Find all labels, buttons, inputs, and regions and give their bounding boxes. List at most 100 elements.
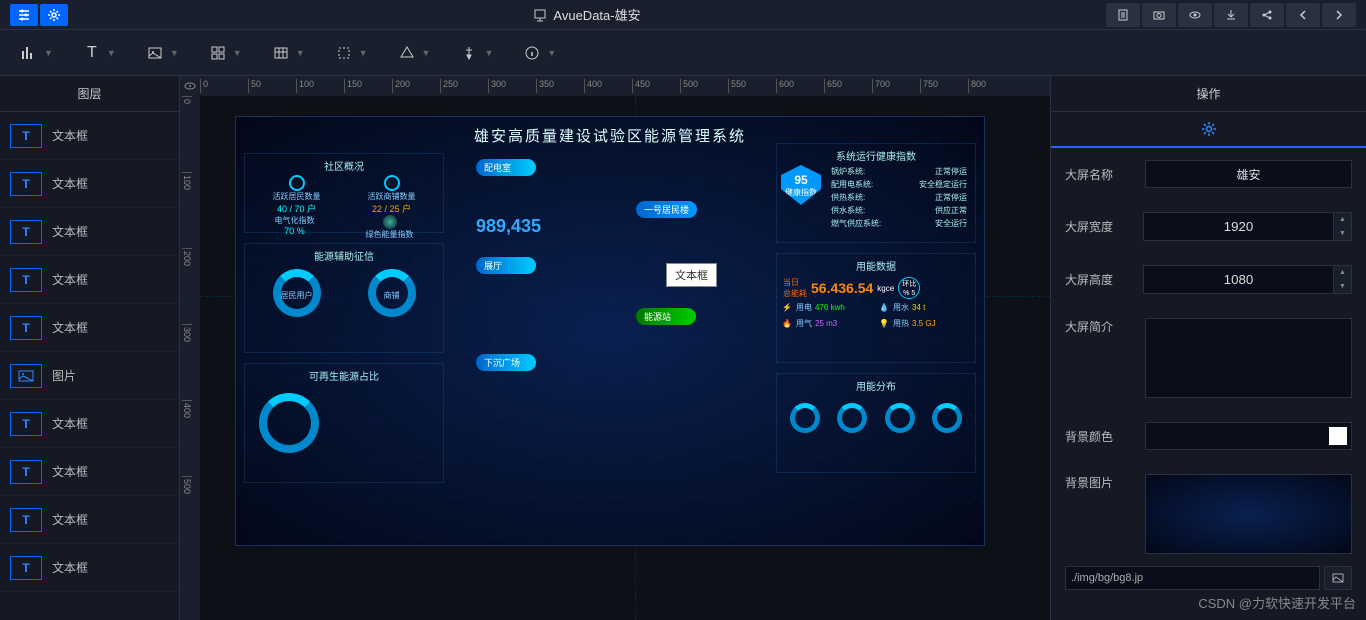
donut-chart (932, 403, 962, 433)
box-usage[interactable]: 用能数据 当日 总能耗 56.436.54 kgce 环比% 5 ⚡用电 470… (776, 253, 976, 363)
chevron-down-icon: ▼ (359, 48, 368, 58)
layer-type-icon: T (10, 556, 42, 580)
layer-item[interactable]: T 文本框 (0, 496, 179, 544)
location-pill[interactable]: 下沉广场 (476, 354, 536, 371)
prop-label: 背景颜色 (1065, 428, 1135, 445)
box-energy-aux[interactable]: 能源辅助征信 居民用户 商铺 (244, 243, 444, 353)
width-stepper[interactable]: ▲▼ (1143, 212, 1352, 241)
ruler-vertical[interactable]: 0100200300400500 (180, 96, 200, 620)
layers-panel-title: 图层 (0, 76, 179, 112)
tool-select[interactable]: ▼ (335, 44, 368, 62)
shield-icon: 95健康指数 (781, 165, 821, 205)
layer-label: 文本框 (52, 511, 88, 528)
doc-button[interactable] (1106, 3, 1140, 27)
pills-col-1: 配电室 989,435 展厅 下沉广场 (476, 159, 616, 371)
location-pill[interactable]: 配电室 (476, 159, 536, 176)
step-up[interactable]: ▲ (1334, 213, 1351, 227)
camera-button[interactable] (1142, 3, 1176, 27)
bgimg-path-input[interactable] (1065, 566, 1320, 590)
ruler-corner[interactable] (180, 76, 200, 96)
layer-label: 文本框 (52, 463, 88, 480)
gear-icon[interactable] (1201, 121, 1217, 137)
dashboard-canvas[interactable]: 雄安高质量建设试验区能源管理系统 社区概况 活跃居民数量40 / 70 户 活跃… (235, 116, 985, 546)
layer-item[interactable]: T文本框 (0, 256, 179, 304)
center-number: 989,435 (476, 216, 616, 237)
chevron-down-icon: ▼ (170, 48, 179, 58)
layer-type-icon: T (10, 124, 42, 148)
layer-type-icon: T (10, 220, 42, 244)
box-community[interactable]: 社区概况 活跃居民数量40 / 70 户 活跃商铺数量22 / 25 户 电气化… (244, 153, 444, 233)
tool-table[interactable]: ▼ (272, 44, 305, 62)
chevron-down-icon: ▼ (233, 48, 242, 58)
layer-item[interactable]: T 文本框 (0, 544, 179, 592)
layers-panel: 图层 T文本框T文本框T文本框T文本框T文本框图片T文本框T文本框T文本框T文本… (0, 76, 180, 620)
donut-chart (837, 403, 867, 433)
tool-info[interactable]: ▼ (523, 44, 556, 62)
chevron-down-icon: ▼ (547, 48, 556, 58)
screen-name-input[interactable] (1145, 160, 1352, 188)
box-renewable[interactable]: 可再生能源占比 (244, 363, 444, 483)
stat-icon (289, 175, 305, 191)
preview-button[interactable] (1178, 3, 1212, 27)
next-button[interactable] (1322, 3, 1356, 27)
box-dist[interactable]: 用能分布 (776, 373, 976, 473)
app-title: AvueData-雄安 (68, 5, 1106, 24)
settings-sliders-button[interactable] (10, 4, 38, 26)
gear-button[interactable] (40, 4, 68, 26)
share-button[interactable] (1250, 3, 1284, 27)
donut-chart (885, 403, 915, 433)
ratio-badge: 环比% 5 (898, 277, 920, 299)
prev-button[interactable] (1286, 3, 1320, 27)
bgimg-preview[interactable] (1145, 474, 1352, 554)
layer-label: 图片 (52, 367, 76, 384)
step-up[interactable]: ▲ (1334, 266, 1351, 280)
layer-item[interactable]: 图片 (0, 352, 179, 400)
tool-pin[interactable]: ▼ (460, 44, 493, 62)
layer-item[interactable]: T文本框 (0, 208, 179, 256)
desc-textarea[interactable] (1145, 318, 1352, 398)
layer-label: 文本框 (52, 175, 88, 192)
chevron-down-icon: ▼ (484, 48, 493, 58)
tool-chart[interactable]: ▼ (20, 44, 53, 62)
prop-label: 大屏宽度 (1065, 218, 1133, 235)
download-button[interactable] (1214, 3, 1248, 27)
layer-label: 文本框 (52, 559, 88, 576)
location-pill[interactable]: 一号居民楼 (636, 201, 697, 218)
height-stepper[interactable]: ▲▼ (1143, 265, 1352, 294)
layer-type-icon: T (10, 508, 42, 532)
location-pill[interactable]: 能源站 (636, 308, 696, 325)
browse-button[interactable] (1324, 566, 1352, 590)
layer-label: 文本框 (52, 271, 88, 288)
properties-panel-title: 操作 (1051, 76, 1366, 112)
layer-item[interactable]: T 文本框 (0, 448, 179, 496)
properties-tabs (1051, 112, 1366, 148)
textbox-placeholder[interactable]: 文本框 (666, 263, 717, 287)
layer-label: 文本框 (52, 415, 88, 432)
globe-icon (383, 215, 397, 229)
donut-chart (790, 403, 820, 433)
tool-grid[interactable]: ▼ (209, 44, 242, 62)
tool-image[interactable]: ▼ (146, 44, 179, 62)
presentation-icon (533, 8, 547, 22)
tool-text[interactable]: T▼ (83, 44, 116, 62)
bgcolor-picker[interactable] (1145, 422, 1352, 450)
watermark: CSDN @力软快速开发平台 (1198, 593, 1356, 612)
step-down[interactable]: ▼ (1334, 280, 1351, 294)
prop-label: 大屏简介 (1065, 318, 1135, 335)
box-health[interactable]: 系统运行健康指数 95健康指数 锅炉系统:正常停运配用电系统:安全稳定运行供热系… (776, 143, 976, 243)
layer-item[interactable]: T文本框 (0, 400, 179, 448)
ruler-horizontal[interactable]: 0501001502002503003504004505005506006507… (200, 76, 1050, 96)
chevron-down-icon: ▼ (422, 48, 431, 58)
step-down[interactable]: ▼ (1334, 227, 1351, 241)
prop-label: 大屏名称 (1065, 166, 1135, 183)
layer-item[interactable]: T文本框 (0, 160, 179, 208)
canvas-area[interactable]: 0501001502002503003504004505005506006507… (180, 76, 1050, 620)
layer-type-icon: T (10, 460, 42, 484)
layer-item[interactable]: T文本框 (0, 112, 179, 160)
layer-item[interactable]: T文本框 (0, 304, 179, 352)
layer-type-icon (10, 364, 42, 388)
location-pill[interactable]: 展厅 (476, 257, 536, 274)
tool-shape[interactable]: ▼ (398, 44, 431, 62)
prop-label: 背景图片 (1065, 474, 1135, 491)
chevron-down-icon: ▼ (44, 48, 53, 58)
